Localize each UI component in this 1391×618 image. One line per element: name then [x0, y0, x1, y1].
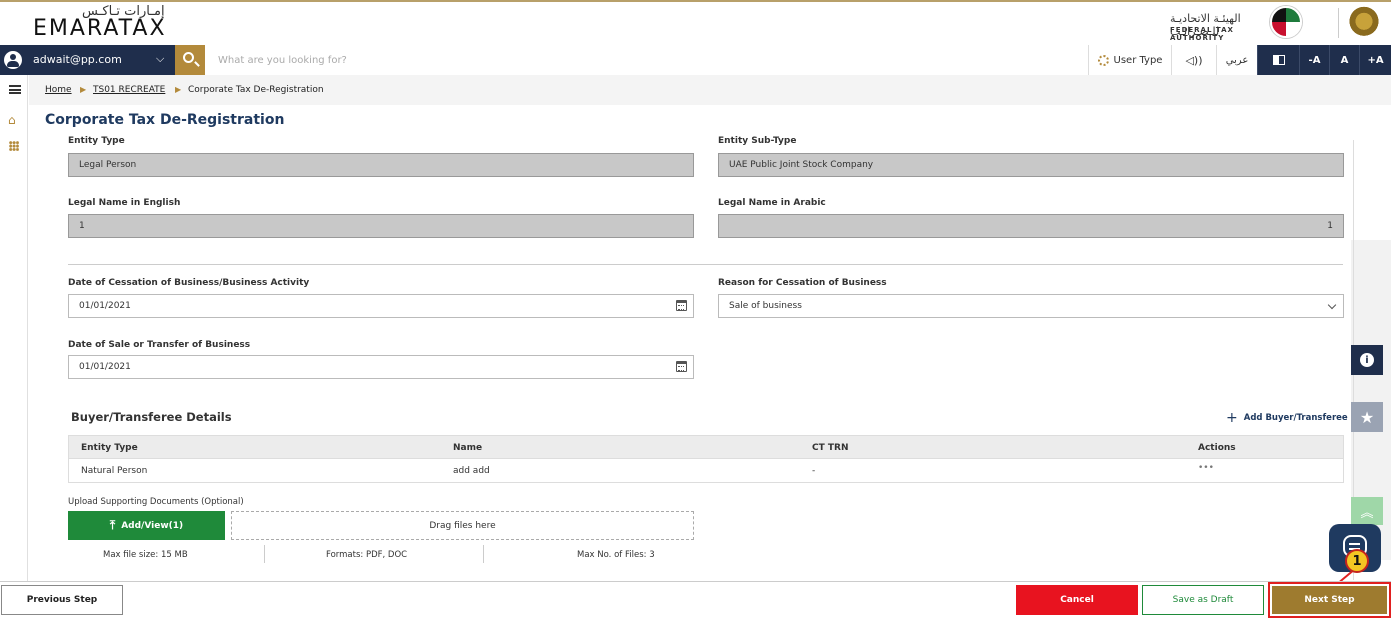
buyer-table-header: Entity Type Name CT TRN Actions	[68, 435, 1344, 459]
user-menu[interactable]: adwait@pp.com ⌵	[0, 45, 175, 75]
info-button[interactable]: i	[1351, 345, 1383, 375]
user-type-label: User Type	[1113, 54, 1163, 66]
add-view-files-button[interactable]: ⤒ Add/View(1)	[68, 511, 225, 540]
site-header: إمـارات تـاكـس EMARATAX الهيئـة الاتحادي…	[0, 2, 1391, 45]
contrast-button[interactable]	[1257, 45, 1299, 75]
calendar-icon[interactable]	[676, 300, 687, 311]
cessation-reason-select[interactable]: Sale of business	[718, 294, 1344, 318]
file-dropzone[interactable]: Drag files here	[231, 511, 694, 540]
legal-name-en-field: 1	[68, 214, 694, 238]
logo-emaratax[interactable]: EMARATAX	[33, 16, 167, 41]
left-sidebar: ⌂	[0, 75, 28, 581]
header-divider	[1338, 8, 1339, 38]
hamburger-menu-icon[interactable]	[9, 85, 21, 94]
add-buyer-label: Add Buyer/Transferee	[1243, 413, 1348, 423]
row-ct-trn: -	[812, 466, 816, 476]
entity-subtype-label: Entity Sub-Type	[718, 136, 797, 146]
entity-type-field: Legal Person	[68, 153, 694, 177]
save-draft-button[interactable]: Save as Draft	[1142, 585, 1264, 615]
sale-date-label: Date of Sale or Transfer of Business	[68, 340, 251, 350]
meta-divider	[483, 545, 484, 563]
meta-divider	[264, 545, 265, 563]
top-navbar: adwait@pp.com ⌵ User Type ◁)) عربي -A A …	[0, 45, 1391, 75]
file-formats: Formats: PDF, DOC	[326, 550, 408, 560]
max-files: Max No. of Files: 3	[577, 550, 655, 560]
language-toggle[interactable]: عربي	[1216, 45, 1257, 75]
user-email: adwait@pp.com	[33, 53, 122, 66]
apps-grid-icon[interactable]	[9, 141, 19, 151]
breadcrumb-arrow-icon: ▶	[175, 85, 182, 94]
row-name: add add	[453, 466, 490, 476]
breadcrumb-parent[interactable]: TS01 RECREATE	[93, 85, 165, 95]
star-icon: ★	[1359, 407, 1375, 427]
column-header: Actions	[1198, 443, 1236, 453]
contrast-icon	[1272, 55, 1285, 65]
upload-label: Upload Supporting Documents (Optional)	[68, 497, 244, 507]
font-decrease-button[interactable]: -A	[1299, 45, 1329, 75]
row-entity-type: Natural Person	[81, 466, 148, 476]
calendar-icon[interactable]	[676, 361, 687, 372]
favorite-button[interactable]: ★	[1351, 402, 1383, 432]
fta-mark-icon	[1270, 6, 1302, 38]
language-label: عربي	[1225, 54, 1249, 66]
scroll-top-button[interactable]: ︽	[1351, 497, 1383, 525]
callout-badge: 1	[1345, 549, 1369, 573]
cessation-date-value: 01/01/2021	[79, 301, 131, 311]
max-file-size: Max file size: 15 MB	[103, 550, 188, 560]
breadcrumb-home[interactable]: Home	[45, 85, 72, 95]
next-step-highlight: Next Step	[1268, 582, 1391, 618]
fta-name-english: FEDERAL TAX AUTHORITY	[1170, 26, 1234, 42]
cessation-reason-value: Sale of business	[729, 301, 802, 311]
sale-date-input[interactable]: 01/01/2021	[68, 355, 694, 379]
fta-logo[interactable]: الهيئـة الاتحاديـة للـضـرائـب FEDERAL TA…	[1170, 6, 1330, 42]
chevron-down-icon: ⌵	[156, 52, 165, 65]
sale-date-value: 01/01/2021	[79, 362, 131, 372]
next-step-button[interactable]: Next Step	[1272, 586, 1387, 614]
legal-name-ar-field: 1	[718, 214, 1344, 238]
font-increase-button[interactable]: +A	[1359, 45, 1391, 75]
home-icon[interactable]: ⌂	[8, 113, 16, 127]
uae-emblem-icon	[1349, 6, 1379, 40]
double-chevron-up-icon: ︽	[1360, 505, 1374, 521]
user-type-button[interactable]: User Type	[1088, 45, 1171, 75]
legal-name-en-label: Legal Name in English	[68, 198, 181, 208]
entity-type-label: Entity Type	[68, 136, 125, 146]
column-header: CT TRN	[812, 443, 849, 453]
user-avatar-icon	[4, 51, 22, 69]
font-normal-button[interactable]: A	[1329, 45, 1359, 75]
info-icon: i	[1360, 353, 1374, 367]
upload-icon: ⤒	[109, 518, 116, 532]
legal-name-ar-label: Legal Name in Arabic	[718, 198, 826, 208]
row-actions-menu[interactable]: •••	[1198, 463, 1214, 473]
search-button[interactable]	[175, 45, 205, 75]
entity-subtype-field: UAE Public Joint Stock Company	[718, 153, 1344, 177]
cessation-date-label: Date of Cessation of Business/Business A…	[68, 278, 310, 288]
cessation-reason-label: Reason for Cessation of Business	[718, 278, 887, 288]
search-icon	[183, 52, 194, 63]
column-header: Entity Type	[81, 443, 138, 453]
buyer-section-title: Buyer/Transferee Details	[71, 410, 232, 424]
breadcrumb: Home ▶ TS01 RECREATE ▶ Corporate Tax De-…	[29, 75, 1391, 105]
table-row: Natural Person add add - •••	[68, 459, 1344, 483]
gear-icon	[1097, 54, 1109, 66]
breadcrumb-arrow-icon: ▶	[80, 85, 87, 94]
breadcrumb-current: Corporate Tax De-Registration	[188, 85, 324, 95]
cessation-date-input[interactable]: 01/01/2021	[68, 294, 694, 318]
plus-icon: +	[1226, 410, 1238, 426]
add-view-label: Add/View(1)	[121, 520, 184, 531]
page-title: Corporate Tax De-Registration	[45, 112, 285, 128]
search-input[interactable]	[205, 45, 1088, 75]
cancel-button[interactable]: Cancel	[1016, 585, 1138, 615]
add-buyer-button[interactable]: + Add Buyer/Transferee	[1226, 410, 1348, 426]
chevron-down-icon	[1327, 300, 1337, 310]
read-aloud-button[interactable]: ◁))	[1171, 45, 1216, 75]
column-header: Name	[453, 443, 483, 453]
speaker-icon: ◁))	[1185, 53, 1203, 67]
previous-step-button[interactable]: Previous Step	[1, 585, 123, 615]
section-divider	[68, 264, 1343, 265]
